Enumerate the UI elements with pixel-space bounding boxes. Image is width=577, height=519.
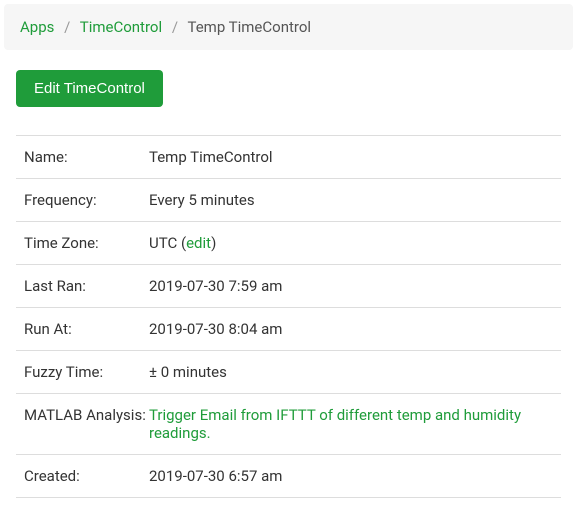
value-frequency: Every 5 minutes — [149, 191, 553, 209]
details-table: Name: Temp TimeControl Frequency: Every … — [16, 135, 561, 498]
value-matlab-analysis: Trigger Email from IFTTT of different te… — [149, 406, 553, 442]
matlab-analysis-link[interactable]: Trigger Email from IFTTT of different te… — [149, 406, 521, 442]
timezone-suffix: ) — [211, 234, 216, 252]
row-frequency: Frequency: Every 5 minutes — [16, 179, 561, 222]
value-timezone: UTC (edit) — [149, 234, 553, 252]
value-run-at: 2019-07-30 8:04 am — [149, 320, 553, 338]
breadcrumb-timecontrol-link[interactable]: TimeControl — [80, 18, 162, 36]
row-timezone: Time Zone: UTC (edit) — [16, 222, 561, 265]
breadcrumb-apps-link[interactable]: Apps — [20, 18, 54, 36]
label-created: Created: — [24, 467, 149, 485]
row-name: Name: Temp TimeControl — [16, 136, 561, 179]
value-fuzzy-time: ± 0 minutes — [149, 363, 553, 381]
value-created: 2019-07-30 6:57 am — [149, 467, 553, 485]
content-area: Edit TimeControl Name: Temp TimeControl … — [0, 54, 577, 514]
label-frequency: Frequency: — [24, 191, 149, 209]
breadcrumb-current: Temp TimeControl — [187, 18, 311, 36]
breadcrumb: Apps / TimeControl / Temp TimeControl — [4, 4, 573, 50]
value-name: Temp TimeControl — [149, 148, 553, 166]
row-run-at: Run At: 2019-07-30 8:04 am — [16, 308, 561, 351]
row-fuzzy-time: Fuzzy Time: ± 0 minutes — [16, 351, 561, 394]
value-last-ran: 2019-07-30 7:59 am — [149, 277, 553, 295]
label-matlab-analysis: MATLAB Analysis: — [24, 406, 149, 442]
label-run-at: Run At: — [24, 320, 149, 338]
label-name: Name: — [24, 148, 149, 166]
timezone-prefix: UTC ( — [149, 234, 186, 252]
timezone-edit-link[interactable]: edit — [186, 234, 211, 252]
label-fuzzy-time: Fuzzy Time: — [24, 363, 149, 381]
row-matlab-analysis: MATLAB Analysis: Trigger Email from IFTT… — [16, 394, 561, 455]
label-timezone: Time Zone: — [24, 234, 149, 252]
breadcrumb-separator: / — [172, 18, 178, 36]
edit-timecontrol-button[interactable]: Edit TimeControl — [16, 70, 163, 107]
row-last-ran: Last Ran: 2019-07-30 7:59 am — [16, 265, 561, 308]
row-created: Created: 2019-07-30 6:57 am — [16, 455, 561, 498]
breadcrumb-separator: / — [64, 18, 70, 36]
label-last-ran: Last Ran: — [24, 277, 149, 295]
